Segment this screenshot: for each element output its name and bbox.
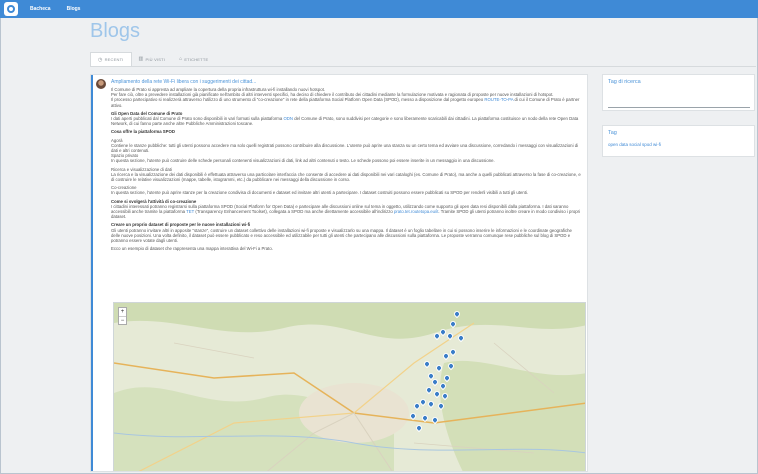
author-avatar[interactable] <box>96 79 106 89</box>
blog-post-card: Ampliamento della rete Wi-Fi libera con … <box>90 74 588 472</box>
tag-panel-title: Tag <box>608 130 617 136</box>
map-zoom-control: + − <box>118 307 127 325</box>
tab-labels[interactable]: ⌂ ETICHETTE <box>172 52 215 66</box>
section-activity: Come si svolgerà l'attività di co-creazi… <box>111 199 581 220</box>
map-intro: Ecco un esempio di dataset che rappresen… <box>111 246 273 252</box>
route-to-pa-link[interactable]: ROUTE-TO-PA <box>484 97 513 102</box>
tag-search-title: Tag di ricerca <box>608 79 641 85</box>
dataset-text: Gli utenti potranno invitare altri in ap… <box>111 227 572 244</box>
odn-link[interactable]: ODN <box>283 116 293 121</box>
tab-labels-label: ETICHETTE <box>184 56 209 62</box>
intro-line-3a: Il processo partecipativo si realizzerà … <box>111 97 485 103</box>
tab-most-viewed-label: PIÙ VISTI <box>145 56 166 62</box>
search-text: La ricerca e la visualizzazione dei dati… <box>111 171 581 183</box>
tag-search-panel: Tag di ricerca <box>602 74 755 111</box>
zoom-out-button[interactable]: − <box>119 316 126 324</box>
tag-panel: Tag open data social spod wi-fi <box>602 125 755 157</box>
post-intro: Il Comune di Prato si appresta ad amplia… <box>111 87 581 108</box>
wifi-map[interactable]: + − <box>113 302 586 471</box>
clock-icon: ◷ <box>98 56 103 63</box>
tet-link[interactable]: TET <box>186 209 194 214</box>
tab-recent-label: RECENTI <box>104 57 124 62</box>
chart-icon: ▥ <box>138 56 144 62</box>
agora-text: Contiene le stanze pubbliche: tutti gli … <box>111 142 579 154</box>
tag-icon: ⌂ <box>179 56 183 62</box>
map-background <box>114 303 585 471</box>
top-navigation-bar: Bacheca Blogs <box>0 0 758 18</box>
tab-recent[interactable]: ◷ RECENTI <box>90 52 132 66</box>
cocreation-text: In questa sezione, l'utente può aprire s… <box>111 190 529 196</box>
app-logo-icon[interactable] <box>4 2 18 16</box>
post-body: Il Comune di Prato si appresta ad amplia… <box>111 87 581 254</box>
tet-url-link[interactable]: prato.tet.routetopa.eu/it <box>394 209 438 214</box>
activity-text-b: (Transparency Enhancement Toolset), coll… <box>194 209 394 215</box>
section-search: Ricerca e visualizzazione di dati La ric… <box>111 167 581 183</box>
nav-bacheca[interactable]: Bacheca <box>30 6 51 12</box>
tab-most-viewed[interactable]: ▥ PIÙ VISTI <box>132 52 173 66</box>
tag-cloud-link[interactable]: open data social spod wi-fi <box>608 142 754 147</box>
post-title-link[interactable]: Ampliamento della rete Wi-Fi libera con … <box>111 79 256 85</box>
tab-divider <box>90 66 756 67</box>
section-open-data: Gli Open Data del Comune di Prato I dati… <box>111 111 581 127</box>
heading-spod: Cosa offre la piattaforma SPOD <box>111 129 175 135</box>
private-space-text: In questa sezione, l'utente può costruir… <box>111 158 495 164</box>
post-accent-bar <box>91 75 93 471</box>
zoom-in-button[interactable]: + <box>119 308 126 316</box>
page-title: Blogs <box>90 20 141 42</box>
blog-tabs: ◷ RECENTI ▥ PIÙ VISTI ⌂ ETICHETTE <box>90 52 215 66</box>
section-dataset: Creare un proprio dataset di proposte pe… <box>111 222 581 243</box>
section-cocreation: Co-creazione In questa sezione, l'utente… <box>111 185 581 195</box>
section-agora: Agorà Contiene le stanze pubbliche: tutt… <box>111 138 581 164</box>
tag-search-input[interactable] <box>608 107 750 108</box>
section-spod: Cosa offre la piattaforma SPOD <box>111 129 581 134</box>
nav-blogs[interactable]: Blogs <box>67 6 81 12</box>
